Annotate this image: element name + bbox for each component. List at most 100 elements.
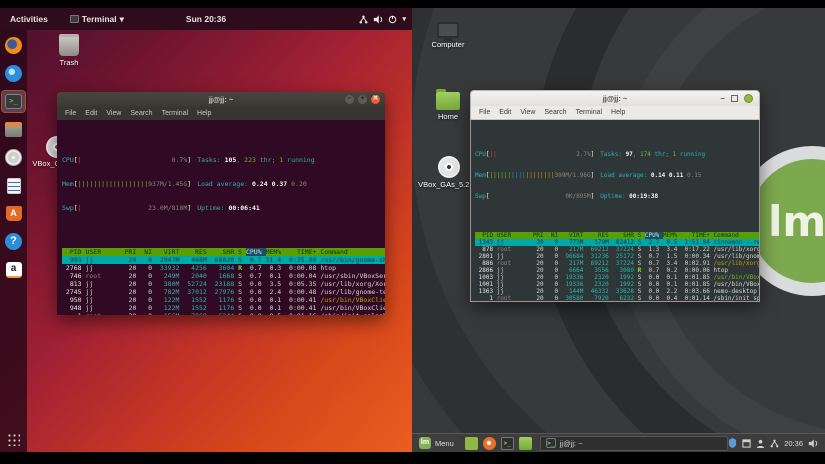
column-header-command[interactable]: Command [713,232,738,239]
column-header-ni[interactable]: NI [140,248,156,256]
column-header-shr[interactable]: SHR [211,248,238,256]
column-header-user[interactable]: USER [85,248,124,256]
column-header-command[interactable]: Command [320,248,347,256]
cell-mem: 0.1 [663,274,681,281]
process-row[interactable]: 948 jj 20 0 122M 1552 1176 S 0.0 0.1 0:0… [62,304,385,312]
title-bar[interactable]: jj@jj: ~ – [470,90,760,106]
dock-item-amazon[interactable]: a [2,259,25,280]
activities-button[interactable]: Activities [10,14,48,24]
column-header-res[interactable]: RES [183,248,210,256]
dock-item-thunderbird[interactable] [2,63,25,84]
menu-edit[interactable]: Edit [85,110,97,117]
column-header-pid[interactable]: PID [62,248,85,256]
process-row[interactable]: 950 jj 20 0 122M 1552 1176 S 0.0 0.1 0:0… [62,296,385,304]
maximize-button[interactable] [731,95,738,102]
menu-help[interactable]: Help [611,109,625,116]
process-row[interactable]: 2768 jj 20 0 33932 4256 3604 R 0.7 0.3 0… [62,264,385,272]
menu-terminal[interactable]: Terminal [576,109,602,116]
dock-item-software[interactable]: A [2,203,25,224]
column-header-time[interactable]: TIME+ [285,248,320,256]
terminal-window-mint[interactable]: jj@jj: ~ – File Edit View Search Termina… [470,90,760,302]
menu-button[interactable]: lm Menu [412,434,461,452]
terminal-content[interactable]: CPU[|| 2.7%] Mem[||||||||||||||||||399M/… [470,120,760,302]
app-menu-label: Terminal [82,14,117,24]
menu-file[interactable]: File [65,110,76,117]
dock-item-help[interactable]: ? [2,231,25,252]
desktop-icon-home[interactable]: Home [419,92,477,121]
column-header-cpu[interactable]: CPU% [246,248,266,256]
process-row[interactable]: 2745 jj 20 0 782M 37012 27976 S 0.0 2.4 … [62,288,385,296]
process-row[interactable]: 2801 jj 20 0 96684 31236 25172 S 0.7 1.5… [475,253,759,260]
process-row[interactable]: 746 root 20 0 249M 2040 1668 S 0.7 0.1 0… [62,272,385,280]
clock[interactable]: Sun 20:36 [186,14,226,24]
process-row[interactable]: 1343 jj 20 0 773M 170M 82412 S 2.7 8.5 1… [475,239,759,246]
column-header-pri[interactable]: PRI [533,232,547,239]
terminal-icon[interactable]: >_ [501,437,514,450]
app-menu-terminal[interactable]: Terminal ▾ [70,14,124,25]
cell-cpu: 0.7 [246,256,266,264]
column-header-res[interactable]: RES [587,232,612,239]
menu-help[interactable]: Help [197,110,211,117]
terminal-content[interactable]: CPU[| 0.7%] Mem[||||||||||||||||||937M/1… [57,120,385,315]
process-row[interactable]: 2806 jj 20 0 6664 3556 3080 R 0.7 0.2 0:… [475,267,759,274]
cell-user: root [497,295,533,302]
menu-edit[interactable]: Edit [499,109,511,116]
process-row[interactable]: 1 root 20 0 30580 7920 6232 S 0.0 0.4 0:… [475,295,759,302]
window-list-button[interactable]: >_ jj@jj: ~ [540,436,728,451]
firefox-icon[interactable] [483,437,496,450]
process-row[interactable]: 1363 jj 20 0 144M 46332 33628 S 0.0 2.2 … [475,288,759,295]
system-tray[interactable]: 20:36 [728,438,825,448]
process-row[interactable]: 813 jj 20 0 380M 52724 23188 S 0.0 3.5 0… [62,280,385,288]
show-applications-button[interactable] [2,425,25,446]
maximize-button[interactable]: + [358,95,367,104]
menu-view[interactable]: View [106,110,121,117]
close-button[interactable] [744,94,753,103]
cell-virt: 249M [156,272,183,280]
htop-table-header[interactable]: PID USER PRI NI VIRT RES SHR S CPU% MEM%… [475,232,759,239]
dock-item-terminal[interactable]: >_ [2,91,25,112]
dock-item-firefox[interactable] [2,35,25,56]
minimize-button[interactable]: – [345,95,354,104]
column-header-s[interactable]: S [238,248,246,256]
dock-item-files[interactable] [2,119,25,140]
close-button[interactable]: ✕ [371,95,380,104]
column-header-mem[interactable]: MEM% [266,248,286,256]
process-row[interactable]: 1001 jj 20 0 19336 2320 1992 S 0.0 0.1 0… [475,281,759,288]
clock[interactable]: 20:36 [784,439,803,448]
cell-pid: 2806 [475,267,497,274]
files-icon[interactable] [519,437,532,450]
menu-terminal[interactable]: Terminal [162,110,188,117]
minimize-button[interactable]: – [721,94,725,103]
process-row[interactable]: 886 root 20 0 217M 69212 37224 S 0.7 3.4… [475,260,759,267]
column-header-mem[interactable]: MEM% [663,232,681,239]
menu-view[interactable]: View [520,109,535,116]
column-header-ni[interactable]: NI [547,232,561,239]
terminal-window-ubuntu[interactable]: jj@jj: ~ – + ✕ File Edit View Search Ter… [57,92,385,315]
title-bar[interactable]: jj@jj: ~ – + ✕ [57,92,385,107]
cell-res: 170M [587,239,612,246]
column-header-s[interactable]: S [638,232,645,239]
dock-item-rhythmbox[interactable] [2,147,25,168]
desktop-icon-computer[interactable]: Computer [419,22,477,49]
htop-table-header[interactable]: PID USER PRI NI VIRT RES SHR S CPU% MEM%… [62,248,385,256]
process-row[interactable]: 1003 jj 20 0 19336 2320 1992 S 0.0 0.1 0… [475,274,759,281]
column-header-shr[interactable]: SHR [612,232,637,239]
column-header-cpu[interactable]: CPU% [645,232,663,239]
dock-item-writer[interactable] [2,175,25,196]
menu-search[interactable]: Search [130,110,152,117]
column-header-pid[interactable]: PID [475,232,497,239]
column-header-virt[interactable]: VIRT [562,232,587,239]
column-header-time[interactable]: TIME+ [681,232,714,239]
column-header-user[interactable]: USER [497,232,533,239]
process-row[interactable]: 1 root 20 0 156M 7868 6244 S 0.0 0.5 0:0… [62,312,385,315]
cell-virt: 19336 [562,274,587,281]
column-header-pri[interactable]: PRI [125,248,141,256]
show-desktop-icon[interactable] [465,437,478,450]
menu-search[interactable]: Search [544,109,566,116]
column-header-virt[interactable]: VIRT [156,248,183,256]
process-row[interactable]: 878 root 20 0 217M 69212 37224 S 1.3 3.4… [475,246,759,253]
process-row[interactable]: 993 jj 20 0 2947M 468M 68020 S 0.7 31.4 … [62,256,385,264]
menu-file[interactable]: File [479,109,490,116]
desktop-icon-trash[interactable]: Trash [40,34,98,67]
system-tray[interactable]: ▾ [359,15,406,24]
